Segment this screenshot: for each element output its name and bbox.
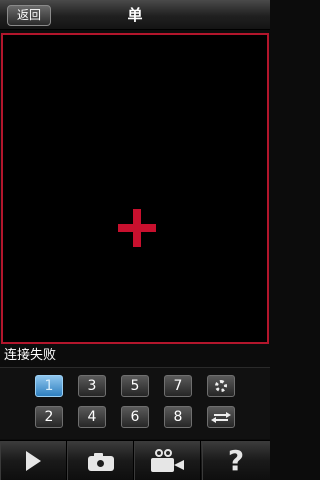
gear-icon: [215, 380, 227, 392]
help-icon: ?: [227, 444, 245, 477]
switch-button[interactable]: [207, 406, 235, 428]
channel-4-button[interactable]: 4: [78, 406, 106, 428]
plus-icon-vertical[interactable]: [133, 209, 141, 247]
play-button[interactable]: [0, 441, 67, 480]
record-button[interactable]: [134, 441, 201, 480]
channel-5-button[interactable]: 5: [121, 375, 149, 397]
page-title: 单: [127, 6, 143, 24]
status-bar: 连接失败: [0, 345, 270, 367]
channel-7-button[interactable]: 7: [164, 375, 192, 397]
swap-arrows-icon: [211, 412, 231, 423]
channel-2-button[interactable]: 2: [35, 406, 63, 428]
channel-1-button[interactable]: 1: [35, 375, 63, 397]
bottom-toolbar: ?: [0, 440, 270, 480]
connection-status: 连接失败: [4, 348, 57, 363]
title-bar: 返回 单: [0, 0, 270, 30]
video-view[interactable]: [1, 33, 269, 344]
video-camera-icon: [151, 449, 185, 473]
camera-icon: [88, 453, 114, 471]
snapshot-button[interactable]: [67, 441, 134, 480]
channel-panel: 1 3 5 7 2 4 6 8: [0, 367, 270, 439]
help-button[interactable]: ?: [202, 441, 270, 480]
play-icon: [26, 451, 41, 471]
channel-3-button[interactable]: 3: [78, 375, 106, 397]
channel-8-button[interactable]: 8: [164, 406, 192, 428]
channel-6-button[interactable]: 6: [121, 406, 149, 428]
settings-button[interactable]: [207, 375, 235, 397]
